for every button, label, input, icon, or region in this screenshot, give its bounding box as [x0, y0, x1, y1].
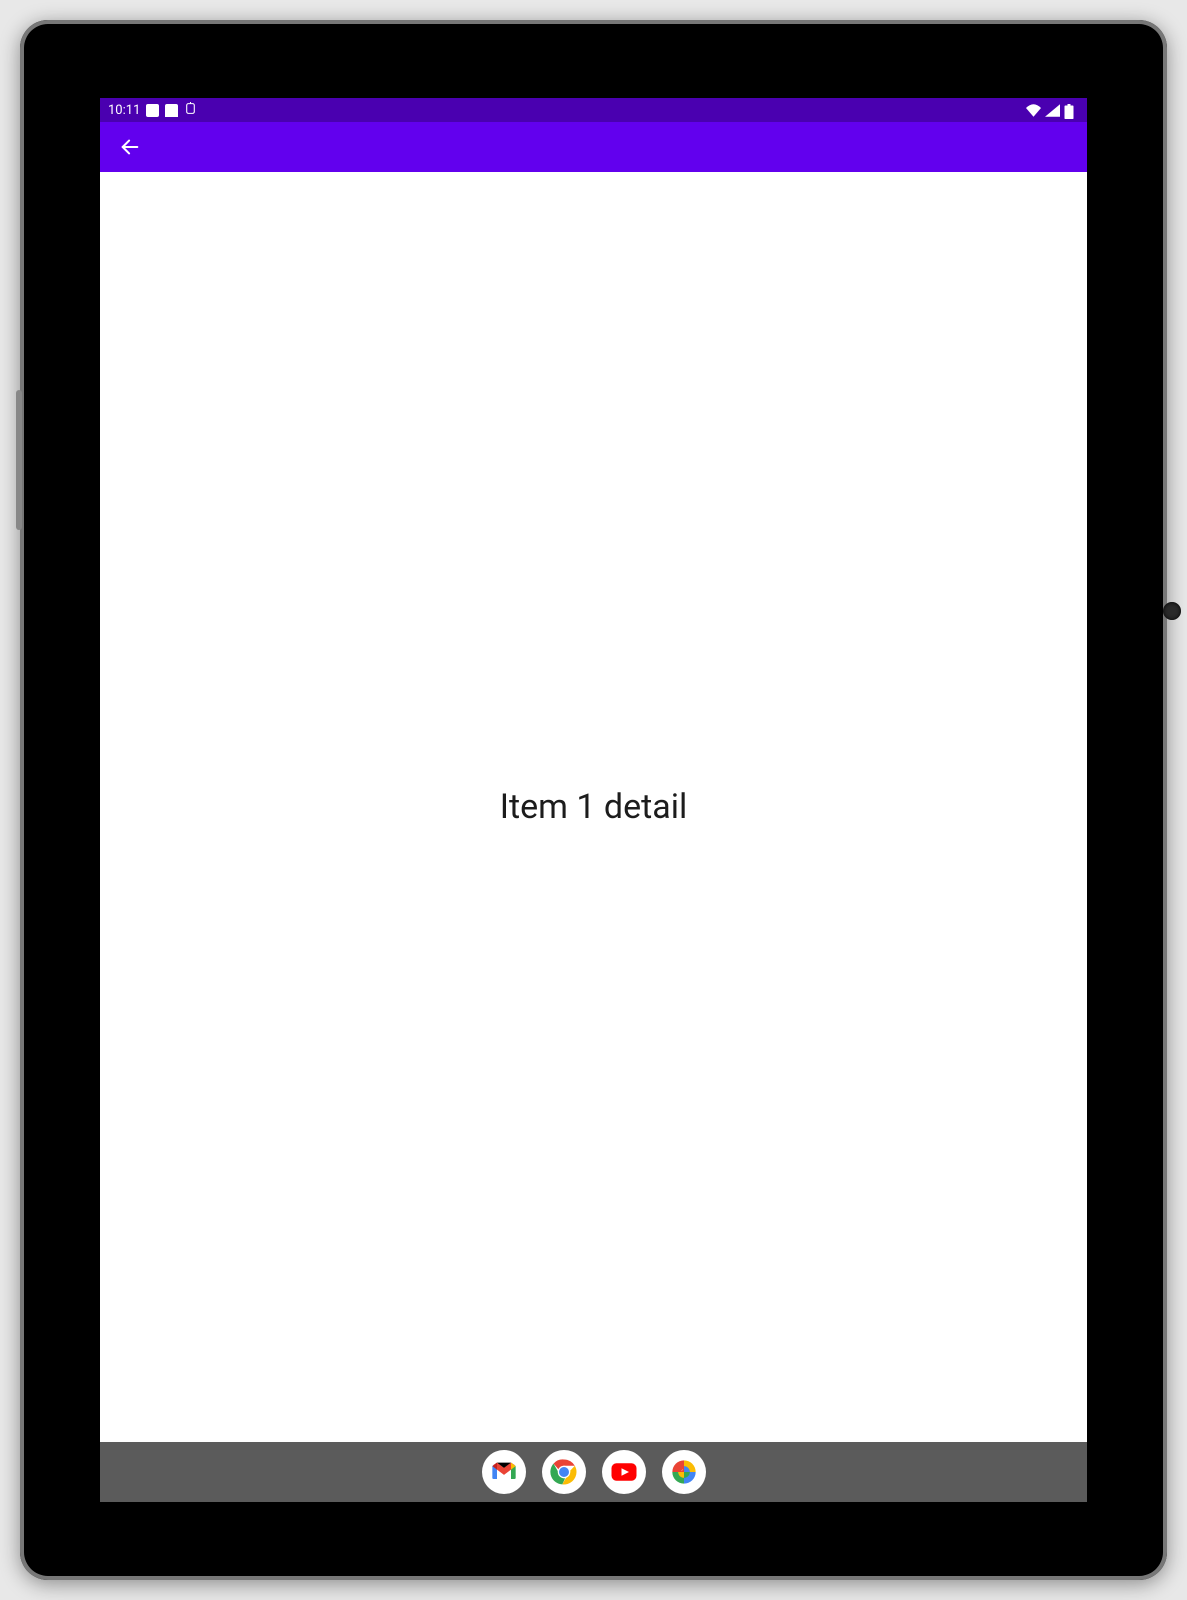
back-arrow-icon	[119, 136, 141, 158]
status-left: 10:11	[108, 102, 197, 119]
wifi-icon	[1026, 104, 1041, 117]
status-notification-icon-2	[165, 104, 178, 117]
cell-signal-icon	[1045, 104, 1060, 117]
app-bar	[100, 122, 1087, 172]
navigation-bar	[100, 1442, 1087, 1502]
status-time: 10:11	[108, 103, 140, 118]
photos-app-icon[interactable]	[662, 1450, 706, 1494]
tablet-camera	[1163, 602, 1181, 620]
status-bar: 10:11	[100, 98, 1087, 122]
tablet-frame: 10:11	[20, 20, 1167, 1580]
screen: 10:11	[100, 98, 1087, 1502]
chrome-app-icon[interactable]	[542, 1450, 586, 1494]
tablet-side-button	[16, 390, 22, 530]
detail-text: Item 1 detail	[500, 787, 688, 827]
gmail-app-icon[interactable]	[482, 1450, 526, 1494]
back-button[interactable]	[112, 129, 148, 165]
content-area: Item 1 detail	[100, 172, 1087, 1442]
status-notification-icon	[146, 104, 159, 117]
status-right	[1026, 104, 1079, 117]
youtube-app-icon[interactable]	[602, 1450, 646, 1494]
status-debug-icon	[184, 102, 197, 119]
battery-icon	[1064, 104, 1079, 117]
